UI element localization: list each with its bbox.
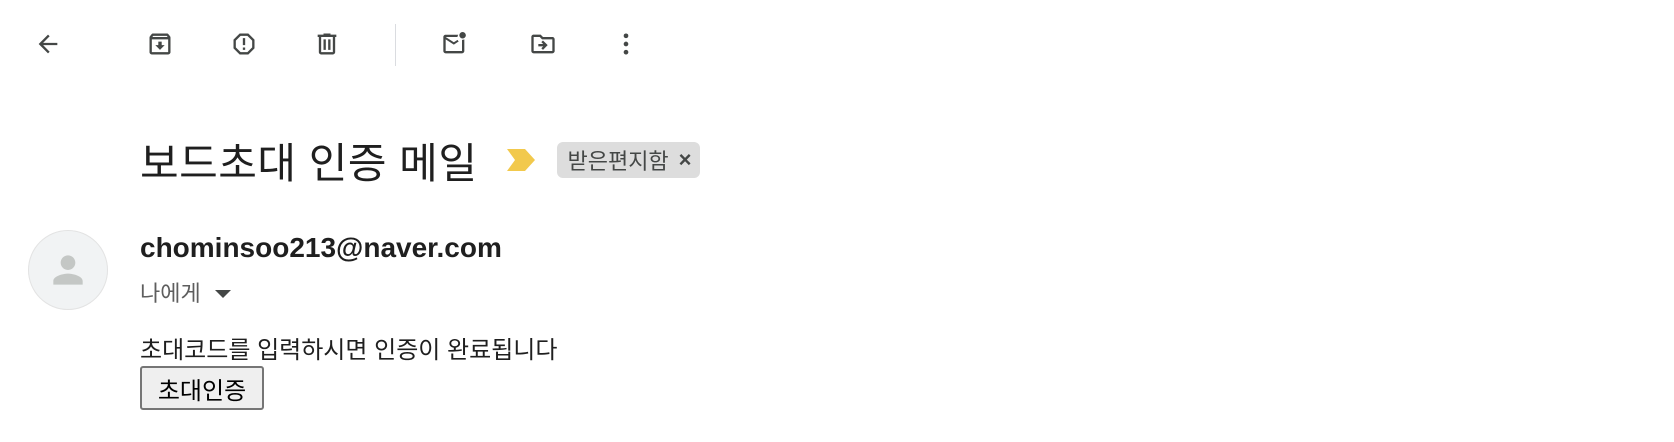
importance-arrow-icon [507, 149, 536, 171]
person-icon [53, 255, 83, 285]
toolbar-divider [395, 24, 396, 66]
email-body-text: 초대코드를 입력하시면 인증이 완료됩니다 [140, 337, 558, 364]
inbox-label-chip: 받은편지함 × [557, 142, 700, 178]
remove-label-button[interactable]: × [679, 149, 692, 171]
mark-unread-icon [443, 31, 466, 54]
report-spam-icon [233, 33, 255, 55]
caret-down-icon [214, 290, 231, 298]
move-to-icon [531, 34, 555, 54]
email-view: 보드초대 인증 메일 받은편지함 × chominsoo213@naver.co… [0, 0, 1674, 442]
more-vert-icon [623, 33, 629, 55]
report-spam-button[interactable] [222, 22, 266, 66]
invite-verify-button[interactable]: 초대인증 [140, 366, 264, 410]
delete-icon [317, 33, 337, 55]
avatar[interactable] [28, 230, 108, 310]
delete-button[interactable] [305, 22, 349, 66]
mark-unread-button[interactable] [433, 22, 477, 66]
move-to-button[interactable] [521, 22, 565, 66]
recipient-label: 나에게 [140, 281, 201, 306]
archive-icon [149, 33, 171, 55]
back-arrow-icon [38, 34, 58, 54]
toolbar [0, 0, 1674, 92]
recipient-details-toggle[interactable]: 나에게 [140, 276, 231, 308]
importance-marker[interactable] [507, 149, 536, 171]
sender-email[interactable]: chominsoo213@naver.com [140, 232, 502, 264]
back-button[interactable] [26, 22, 70, 66]
subject-row: 보드초대 인증 메일 받은편지함 × [140, 130, 700, 190]
more-options-button[interactable] [604, 22, 648, 66]
archive-button[interactable] [138, 22, 182, 66]
email-subject: 보드초대 인증 메일 [140, 139, 478, 187]
label-text: 받은편지함 [567, 149, 669, 174]
